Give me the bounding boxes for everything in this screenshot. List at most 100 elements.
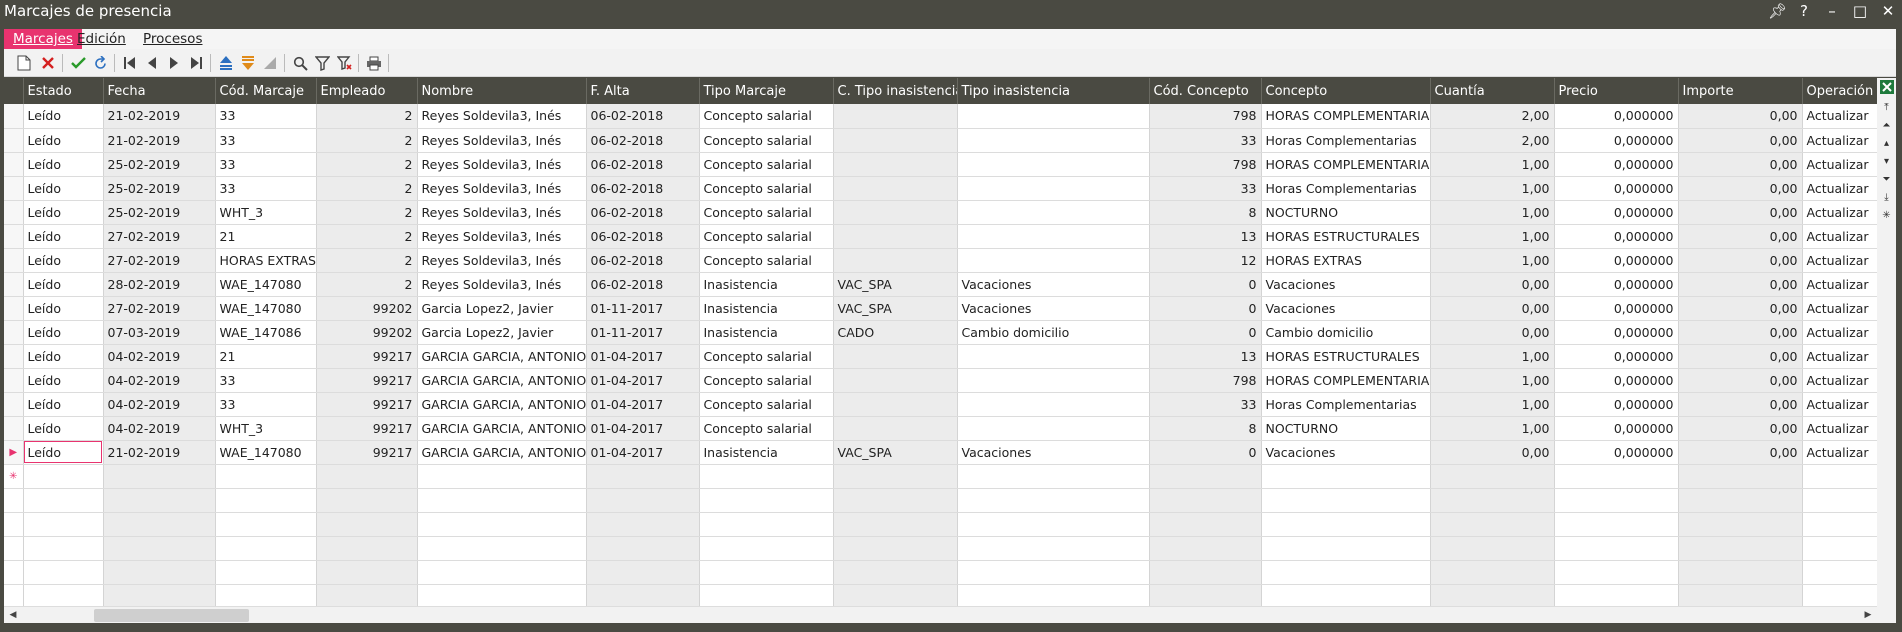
table-cell[interactable]: 99202 (316, 320, 418, 345)
close-icon[interactable]: ✕ (1880, 2, 1896, 20)
table-cell[interactable]: 27-02-2019 (103, 224, 216, 249)
table-cell[interactable]: Leído (23, 152, 104, 177)
table-cell[interactable] (957, 392, 1150, 417)
table-cell[interactable]: 1,00 (1430, 176, 1555, 201)
table-cell[interactable]: NOCTURNO (1261, 200, 1431, 225)
table-cell[interactable]: 0 (1149, 272, 1262, 297)
table-cell[interactable]: Reyes Soldevila3, Inés (417, 176, 587, 201)
scroll-page-up-icon[interactable]: ⏶ (1879, 118, 1894, 133)
table-cell[interactable]: Concepto salarial (699, 176, 834, 201)
table-cell[interactable]: 99217 (316, 416, 418, 441)
table-cell[interactable]: Leído (23, 104, 104, 129)
table-cell[interactable]: 1,00 (1430, 152, 1555, 177)
table-cell[interactable]: Horas Complementarias (1261, 392, 1431, 417)
table-cell[interactable]: Garcia Lopez2, Javier (417, 320, 587, 345)
table-cell[interactable]: 21-02-2019 (103, 440, 216, 465)
table-cell[interactable]: 01-04-2017 (586, 344, 700, 369)
table-cell[interactable] (833, 344, 958, 369)
table-cell[interactable]: 33 (215, 152, 317, 177)
row-selector[interactable] (4, 344, 24, 369)
table-row[interactable]: Leído 04-02-2019 33 99217 GARCIA GARCIA, ANT… (4, 392, 1877, 417)
table-cell[interactable] (833, 176, 958, 201)
horizontal-scroll-thumb[interactable] (94, 609, 249, 622)
table-cell[interactable]: 06-02-2018 (586, 152, 700, 177)
table-cell[interactable]: 0 (1149, 296, 1262, 321)
table-cell[interactable]: 99217 (316, 440, 418, 465)
table-cell[interactable]: GARCIA GARCIA, ANTONIO (417, 440, 587, 465)
table-cell[interactable]: Reyes Soldevila3, Inés (417, 128, 587, 153)
table-cell[interactable]: Concepto salarial (699, 368, 834, 393)
column-header-precio[interactable]: Precio (1554, 78, 1679, 104)
table-cell[interactable]: Leído (23, 416, 104, 441)
search-icon[interactable] (290, 53, 310, 73)
table-cell[interactable]: 06-02-2018 (586, 128, 700, 153)
table-cell[interactable]: 0,00 (1678, 128, 1803, 153)
table-cell[interactable] (957, 152, 1150, 177)
table-cell[interactable]: VAC_SPA (833, 296, 958, 321)
table-cell[interactable]: 99217 (316, 368, 418, 393)
table-cell[interactable]: 0,000000 (1554, 224, 1679, 249)
table-cell[interactable]: 12 (1149, 248, 1262, 273)
scroll-first-icon[interactable]: ⤒ (1879, 100, 1894, 115)
table-cell[interactable]: Horas Complementarias (1261, 176, 1431, 201)
table-row[interactable]: Leído 27-02-2019 21 2 Reyes Soldevila3, Inés… (4, 224, 1877, 249)
table-cell[interactable]: WHT_3 (215, 416, 317, 441)
table-cell[interactable]: Vacaciones (1261, 440, 1431, 465)
row-selector[interactable] (4, 248, 24, 273)
table-cell[interactable]: Concepto salarial (699, 344, 834, 369)
table-cell[interactable]: Actualizar (1802, 248, 1877, 273)
table-cell[interactable]: Concepto salarial (699, 104, 834, 129)
table-row[interactable]: Leído 04-02-2019 33 99217 GARCIA GARCIA, ANT… (4, 368, 1877, 393)
clear-sort-icon[interactable] (260, 53, 280, 73)
table-cell[interactable]: HORAS COMPLEMENTARIAS (1261, 368, 1431, 393)
new-row-icon[interactable]: ✳ (4, 464, 24, 489)
table-cell[interactable] (833, 200, 958, 225)
new-record-row[interactable]: ✳ (4, 464, 1877, 489)
table-cell[interactable]: 04-02-2019 (103, 368, 216, 393)
table-cell[interactable]: 01-04-2017 (586, 368, 700, 393)
table-cell[interactable]: Vacaciones (1261, 296, 1431, 321)
table-cell[interactable]: 0,00 (1430, 296, 1555, 321)
scroll-right-icon[interactable]: ▶ (1861, 608, 1875, 622)
table-cell[interactable]: 1,00 (1430, 344, 1555, 369)
table-cell[interactable]: 0,00 (1678, 440, 1803, 465)
delete-icon[interactable] (38, 53, 58, 73)
table-cell[interactable]: Actualizar (1802, 128, 1877, 153)
table-cell[interactable]: 2 (316, 224, 418, 249)
table-cell[interactable] (957, 200, 1150, 225)
table-cell[interactable]: 99217 (316, 344, 418, 369)
table-cell[interactable]: Actualizar (1802, 392, 1877, 417)
table-row[interactable]: Leído 27-02-2019 WAE_147080 99202 Garcia Lop… (4, 296, 1877, 321)
table-cell[interactable]: 2 (316, 272, 418, 297)
table-cell[interactable]: 0,00 (1678, 104, 1803, 129)
table-row[interactable]: Leído 25-02-2019 33 2 Reyes Soldevila3, Inés… (4, 152, 1877, 177)
table-cell[interactable]: 0,00 (1678, 224, 1803, 249)
refresh-icon[interactable] (90, 53, 110, 73)
table-cell[interactable]: 0,000000 (1554, 128, 1679, 153)
table-cell[interactable]: 2 (316, 128, 418, 153)
table-cell[interactable]: 28-02-2019 (103, 272, 216, 297)
table-cell[interactable]: CADO (833, 320, 958, 345)
table-cell[interactable]: 0,000000 (1554, 296, 1679, 321)
column-header-cuantia[interactable]: Cuantía (1430, 78, 1555, 104)
column-header-estado[interactable]: Estado (23, 78, 104, 104)
table-cell[interactable]: GARCIA GARCIA, ANTONIO (417, 416, 587, 441)
table-cell[interactable]: 0,00 (1678, 416, 1803, 441)
table-cell[interactable]: Inasistencia (699, 296, 834, 321)
table-cell[interactable]: Garcia Lopez2, Javier (417, 296, 587, 321)
table-cell[interactable]: 01-04-2017 (586, 392, 700, 417)
pin-icon[interactable]: 📌︎ (1768, 2, 1787, 20)
table-cell[interactable]: 27-02-2019 (103, 296, 216, 321)
menu-edicion[interactable]: Edición (68, 29, 135, 49)
table-cell[interactable]: 06-02-2018 (586, 176, 700, 201)
table-cell[interactable]: 01-11-2017 (586, 320, 700, 345)
table-cell[interactable]: 0,00 (1678, 248, 1803, 273)
table-cell[interactable]: HORAS EXTRAS (215, 248, 317, 273)
table-cell[interactable]: HORAS EXTRAS (1261, 248, 1431, 273)
column-header-fecha[interactable]: Fecha (103, 78, 216, 104)
table-cell[interactable] (957, 416, 1150, 441)
table-cell[interactable]: 06-02-2018 (586, 200, 700, 225)
table-cell[interactable]: 0,000000 (1554, 272, 1679, 297)
table-cell[interactable]: 01-11-2017 (586, 296, 700, 321)
table-cell[interactable]: 13 (1149, 344, 1262, 369)
